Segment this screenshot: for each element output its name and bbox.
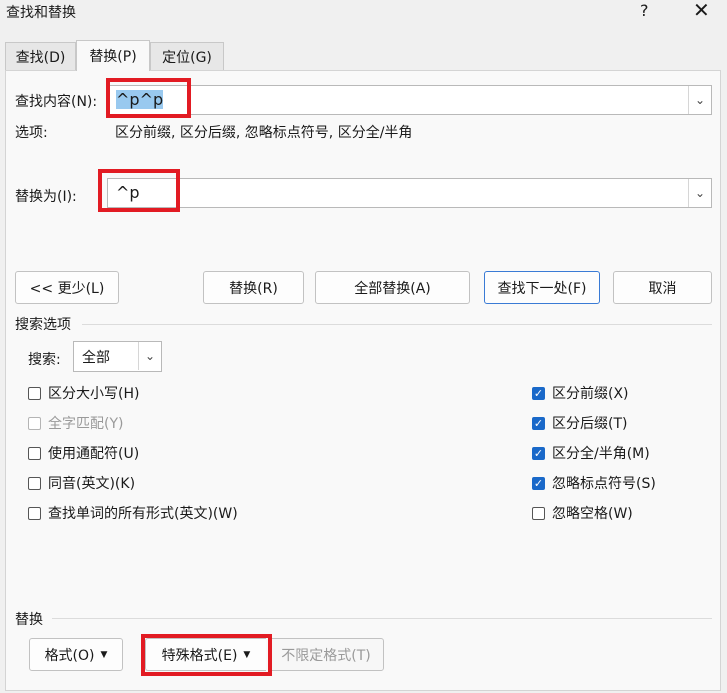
checkbox-ignore-whitespace[interactable]: 忽略空格(W) <box>532 503 633 523</box>
divider <box>82 324 712 325</box>
chevron-down-icon[interactable]: ⌄ <box>138 342 161 370</box>
find-label: 查找内容(N): <box>15 94 98 110</box>
caret-down-icon: ▼ <box>100 649 108 660</box>
check-icon[interactable]: ✓ <box>532 446 545 460</box>
checkbox-label: 忽略空格(W) <box>552 506 633 522</box>
search-options-title: 搜索选项 <box>15 317 71 333</box>
checkbox-all-word-forms[interactable]: 查找单词的所有形式(英文)(W) <box>28 503 238 523</box>
checkbox-label: 区分前缀(X) <box>552 386 629 402</box>
replace-section-title: 替换 <box>15 612 43 628</box>
checkbox-label: 区分后缀(T) <box>552 416 628 432</box>
replace-label: 替换为(I): <box>15 189 77 205</box>
search-direction-label: 搜索: <box>28 352 61 368</box>
replace-button[interactable]: 替换(R) <box>203 271 304 304</box>
checkbox-match-prefix[interactable]: ✓ 区分前缀(X) <box>532 383 629 403</box>
checkbox-match-case[interactable]: 区分大小写(H) <box>28 383 139 403</box>
checkbox-label: 全字匹配(Y) <box>48 416 124 432</box>
options-value: 区分前缀, 区分后缀, 忽略标点符号, 区分全/半角 <box>115 125 413 141</box>
divider <box>52 618 712 619</box>
checkbox-box[interactable] <box>28 476 41 490</box>
close-icon[interactable]: ✕ <box>693 0 710 22</box>
checkbox-box[interactable] <box>532 506 545 520</box>
check-icon[interactable]: ✓ <box>532 476 545 490</box>
checkbox-wildcards[interactable]: 使用通配符(U) <box>28 443 139 463</box>
find-input[interactable]: ^p^p ⌄ <box>107 85 712 115</box>
tab-find[interactable]: 查找(D) <box>5 42 76 70</box>
cancel-button[interactable]: 取消 <box>613 271 712 304</box>
chevron-down-icon[interactable]: ⌄ <box>688 86 711 114</box>
checkbox-whole-word: 全字匹配(Y) <box>28 413 123 433</box>
checkbox-box[interactable] <box>28 506 41 520</box>
title-bar <box>0 0 727 26</box>
checkbox-ignore-punctuation[interactable]: ✓ 忽略标点符号(S) <box>532 473 656 493</box>
dialog-panel <box>5 70 721 691</box>
replace-input[interactable]: ^p ⌄ <box>107 178 712 208</box>
search-direction-value: 全部 <box>82 350 110 366</box>
check-icon[interactable]: ✓ <box>532 416 545 430</box>
checkbox-box <box>28 416 41 430</box>
checkbox-box[interactable] <box>28 446 41 460</box>
checkbox-box[interactable] <box>28 386 41 400</box>
replace-all-button[interactable]: 全部替换(A) <box>315 271 470 304</box>
find-next-button[interactable]: 查找下一处(F) <box>484 271 600 304</box>
checkbox-label: 区分大小写(H) <box>48 386 140 402</box>
checkbox-sounds-like[interactable]: 同音(英文)(K) <box>28 473 135 493</box>
check-icon[interactable]: ✓ <box>532 386 545 400</box>
tab-replace[interactable]: 替换(P) <box>76 40 150 71</box>
replace-highlight-frame <box>98 169 180 212</box>
checkbox-label: 同音(英文)(K) <box>48 476 136 492</box>
options-label: 选项: <box>15 125 48 141</box>
find-highlight-frame <box>106 78 191 118</box>
format-button[interactable]: 格式(O) ▼ <box>29 638 123 671</box>
special-highlight-frame <box>141 634 272 676</box>
checkbox-label: 区分全/半角(M) <box>552 446 650 462</box>
no-formatting-button: 不限定格式(T) <box>268 638 384 671</box>
checkbox-match-suffix[interactable]: ✓ 区分后缀(T) <box>532 413 627 433</box>
format-label: 格式(O) <box>44 647 95 664</box>
checkbox-label: 查找单词的所有形式(英文)(W) <box>48 506 238 522</box>
tab-goto[interactable]: 定位(G) <box>150 42 224 70</box>
help-icon[interactable]: ? <box>640 1 649 20</box>
search-direction-select[interactable]: 全部 ⌄ <box>73 341 162 372</box>
checkbox-full-half-width[interactable]: ✓ 区分全/半角(M) <box>532 443 650 463</box>
checkbox-label: 忽略标点符号(S) <box>552 476 656 492</box>
less-button[interactable]: << 更少(L) <box>15 271 119 304</box>
window-title: 查找和替换 <box>6 5 76 21</box>
checkbox-label: 使用通配符(U) <box>48 446 140 462</box>
chevron-down-icon[interactable]: ⌄ <box>688 179 711 207</box>
